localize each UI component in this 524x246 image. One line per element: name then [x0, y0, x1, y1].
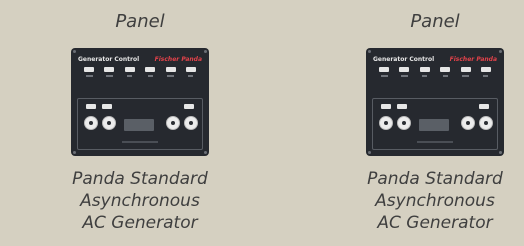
product-card[interactable]: Panel Generator Control Fischer Panda Pa… [340, 0, 524, 246]
screw-icon [499, 151, 502, 154]
screw-icon [204, 50, 207, 53]
stop-button[interactable] [166, 116, 180, 130]
power-icon [384, 121, 388, 125]
screw-icon [73, 151, 76, 154]
product-card[interactable]: Panel Generator Control Fischer Panda Pa… [45, 0, 235, 246]
caption-line: Asynchronous [80, 191, 200, 211]
caption-line: AC Generator [82, 213, 198, 233]
power-button[interactable] [379, 116, 393, 130]
led-icon [399, 67, 410, 72]
status-indicator [396, 67, 412, 77]
status-indicator [81, 67, 97, 77]
panel-brand-logo: Fischer Panda [154, 56, 202, 63]
panel-brand-logo: Fischer Panda [449, 56, 497, 63]
status-indicator [163, 67, 179, 77]
status-indicator [458, 67, 474, 77]
status-indicator [376, 67, 392, 77]
led-icon [460, 67, 471, 72]
led-icon [84, 67, 94, 72]
control-label [122, 141, 158, 143]
status-indicator [183, 67, 199, 77]
status-indicator [122, 67, 138, 77]
led-icon [145, 67, 156, 72]
led-icon [124, 67, 135, 72]
led-icon [480, 67, 491, 72]
status-indicator [142, 67, 158, 77]
product-caption[interactable]: Panda Standard Asynchronous AC Generator [340, 168, 524, 234]
led-icon [185, 67, 196, 72]
power-icon [89, 121, 93, 125]
status-indicator [101, 67, 117, 77]
screw-icon [499, 50, 502, 53]
panel-header: Generator Control [373, 56, 435, 63]
status-indicator [437, 67, 453, 77]
reset-icon [484, 121, 488, 125]
led-icon [381, 104, 391, 109]
panel-image[interactable]: Generator Control Fischer Panda [71, 48, 209, 156]
led-icon [479, 104, 489, 109]
screw-icon [368, 50, 371, 53]
led-icon [102, 104, 112, 109]
led-icon [419, 67, 430, 72]
led-icon [379, 67, 389, 72]
power-button[interactable] [84, 116, 98, 130]
reset-button[interactable] [479, 116, 493, 130]
start-button[interactable] [397, 116, 411, 130]
display-screen [124, 119, 154, 131]
led-icon [397, 104, 407, 109]
start-icon [402, 121, 406, 125]
led-icon [104, 67, 115, 72]
led-icon [184, 104, 194, 109]
led-icon [440, 67, 451, 72]
caption-line: Asynchronous [375, 191, 495, 211]
panel-image[interactable]: Generator Control Fischer Panda [366, 48, 504, 156]
screw-icon [368, 151, 371, 154]
caption-line: Panda Standard [72, 169, 208, 189]
control-section [372, 98, 498, 150]
status-indicator [417, 67, 433, 77]
control-label [417, 141, 453, 143]
status-indicator-row [81, 67, 199, 77]
stop-button[interactable] [461, 116, 475, 130]
caption-line: Panda Standard [367, 169, 503, 189]
card-title: Panel [410, 11, 460, 32]
led-icon [86, 104, 96, 109]
start-icon [107, 121, 111, 125]
panel-header: Generator Control [78, 56, 140, 63]
product-caption[interactable]: Panda Standard Asynchronous AC Generator [45, 168, 235, 234]
status-indicator-row [376, 67, 494, 77]
start-button[interactable] [102, 116, 116, 130]
screw-icon [73, 50, 76, 53]
reset-icon [189, 121, 193, 125]
status-indicator [478, 67, 494, 77]
display-screen [419, 119, 449, 131]
led-icon [165, 67, 176, 72]
stop-icon [171, 121, 175, 125]
card-title: Panel [115, 11, 165, 32]
screw-icon [204, 151, 207, 154]
stop-icon [466, 121, 470, 125]
control-section [77, 98, 203, 150]
reset-button[interactable] [184, 116, 198, 130]
caption-line: AC Generator [377, 213, 493, 233]
